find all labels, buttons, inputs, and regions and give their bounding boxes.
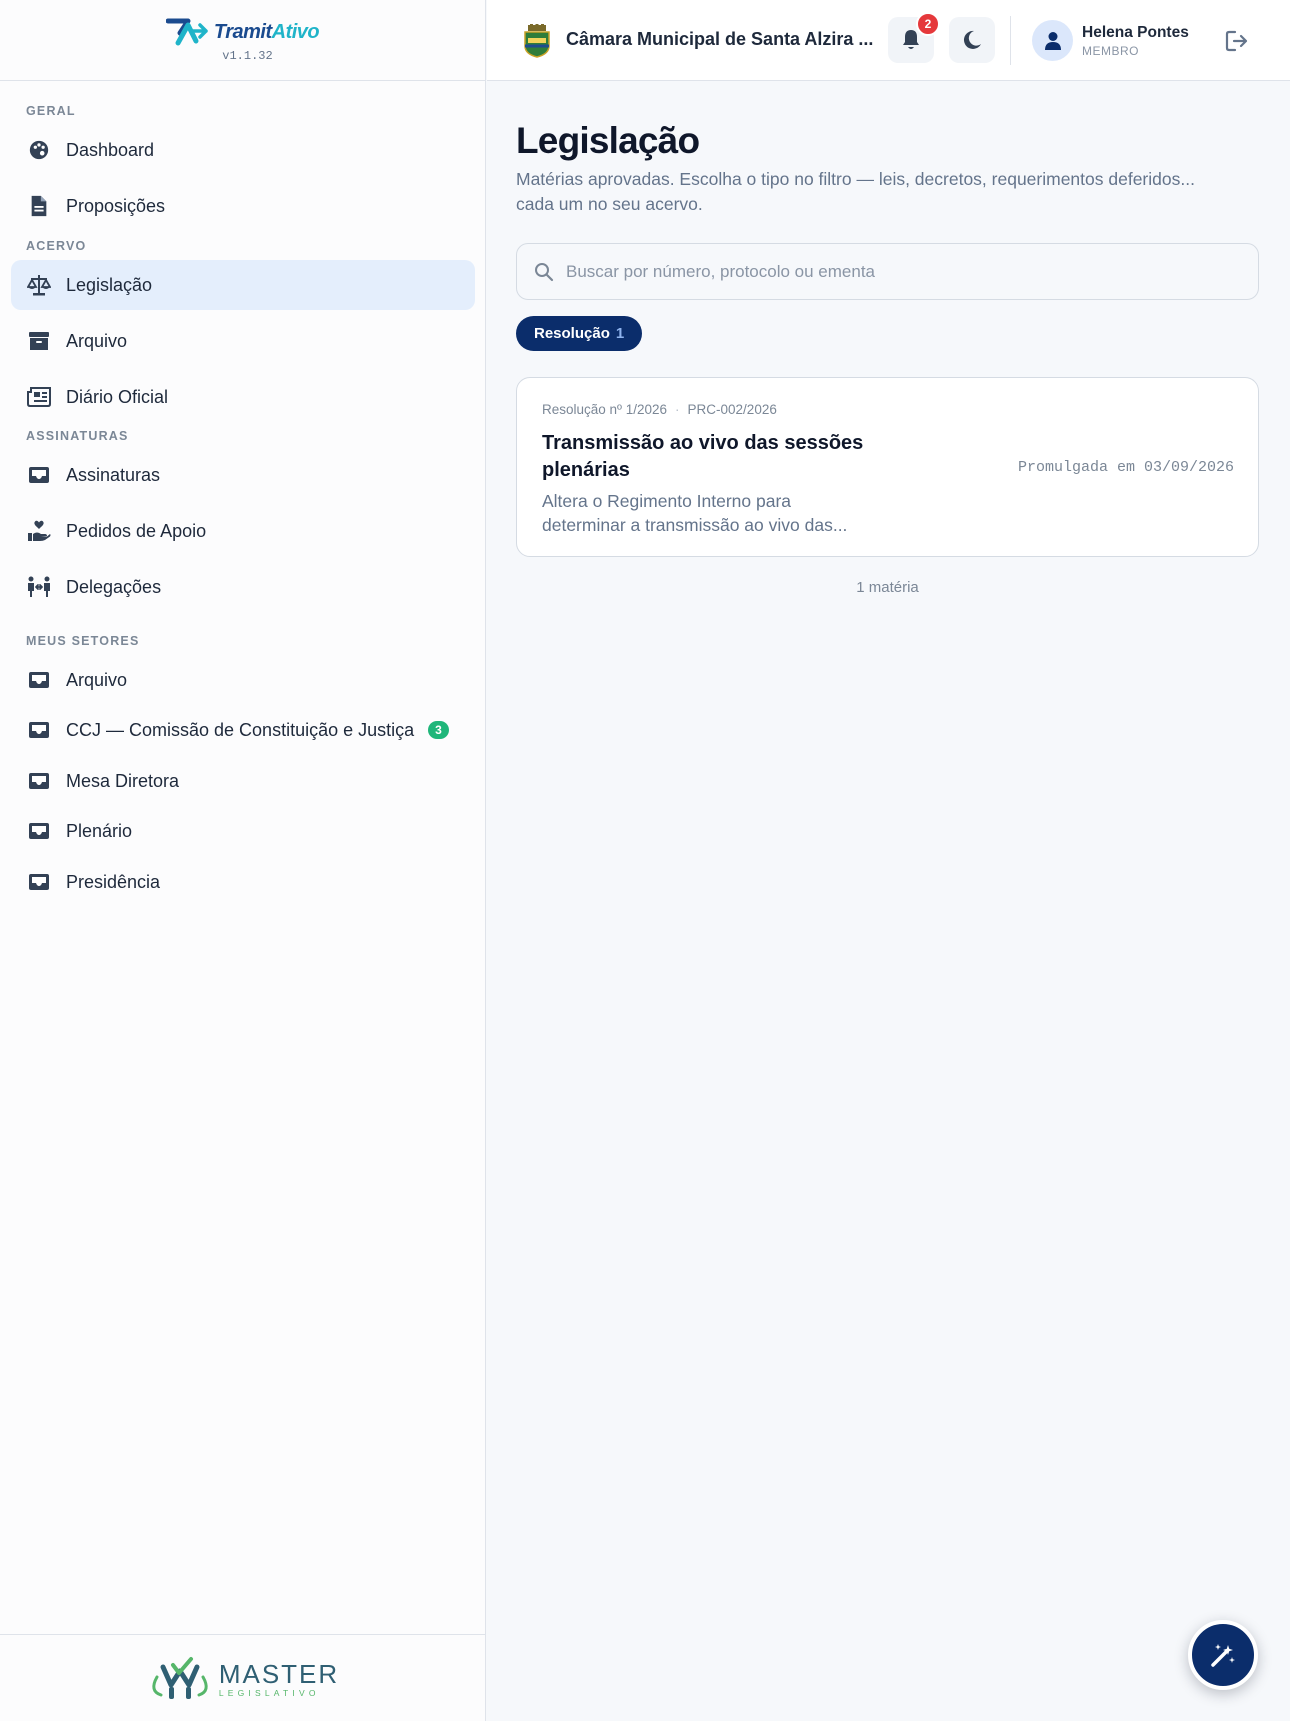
section-title-acervo: ACERVO [26,239,87,253]
card-meta: Resolução nº 1/2026 · PRC-002/2026 [542,402,777,417]
master-legislativo-logo: MASTER LEGISLATIVO [0,1634,486,1721]
inbox-icon [27,668,51,692]
sidebar-item-proposicoes[interactable]: Proposições [11,181,475,231]
section-title-geral: GERAL [26,104,76,118]
master-logo-subtitle: LEGISLATIVO [218,1687,320,1698]
card-title: Transmissão ao vivo das sessões plenária… [542,432,864,481]
sidebar-item-legislacao[interactable]: Legislação [11,260,475,310]
hand-heart-icon [27,519,51,543]
sidebar-item-label: Presidência [66,871,161,892]
brand-header: TramitAtivo v1.1.32 [0,0,485,81]
user-name: Helena Pontes [1082,24,1189,41]
people-arrows-icon [27,575,51,599]
topbar-divider [1010,16,1011,65]
filter-chip-resolucao[interactable]: Resolução 1 [516,316,643,351]
inbox-icon [27,819,51,843]
magic-wand-icon [1211,1644,1235,1667]
sidebar-item-label: Pedidos de Apoio [66,520,207,541]
card-protocol: PRC-002/2026 [687,402,777,417]
sidebar-item-setor-plenario[interactable]: Plenário [11,806,475,856]
sidebar-item-label: Mesa Diretora [66,770,180,791]
sidebar-item-setor-arquivo[interactable]: Arquivo [11,655,475,705]
scale-icon [27,273,51,297]
sidebar-item-label: CCJ — Comissão de Constituição e Justiça [66,719,415,740]
filter-chip-label: Resolução [534,325,610,342]
sidebar-item-pedidos-de-apoio[interactable]: Pedidos de Apoio [11,506,475,556]
sidebar-item-arquivo-acervo[interactable]: Arquivo [11,316,475,366]
sidebar-item-label: Delegações [66,576,162,597]
pending-count-badge: 3 [428,721,449,739]
legislation-card[interactable]: Resolução nº 1/2026 · PRC-002/2026 Transmi… [516,377,1259,557]
brand-name: TramitAtivo [213,20,320,43]
section-title-meus-setores: MEUS SETORES [26,634,140,648]
tramitativo-logo-icon [165,18,208,46]
dark-mode-toggle[interactable] [949,17,995,63]
master-legislativo-emblem-icon [152,1657,208,1699]
inbox-icon [27,769,51,793]
section-title-assinaturas: ASSINATURAS [26,429,129,443]
topbar: Câmara Municipal de Santa Alzira ... 2 H… [487,0,1290,81]
main-content: Legislação Matérias aprovadas. Escolha o… [487,82,1290,1721]
sidebar-item-label: Plenário [66,820,133,841]
magic-wand-fab[interactable] [1188,1620,1258,1690]
filter-chip-count: 1 [615,325,625,342]
organization-name[interactable]: Câmara Municipal de Santa Alzira ... [566,29,873,50]
sidebar: TramitAtivo v1.1.32 GERAL Dashboard Prop… [0,0,486,1721]
sidebar-item-dashboard[interactable]: Dashboard [11,125,475,175]
notifications-button[interactable]: 2 [888,12,940,63]
archive-box-icon [27,329,51,353]
results-count: 1 matéria [856,579,919,596]
inbox-icon [27,463,51,487]
search-box[interactable] [516,243,1259,300]
card-promulgation-date: Promulgada em 03/09/2026 [1017,459,1234,476]
sidebar-item-delegacoes[interactable]: Delegações [11,562,475,612]
brand-logo[interactable]: TramitAtivo [165,17,320,47]
user-icon [1044,31,1061,50]
sidebar-item-setor-presidencia[interactable]: Presidência [11,857,475,907]
search-input[interactable] [566,261,1246,282]
app-version: v1.1.32 [222,49,273,63]
sidebar-item-diario-oficial[interactable]: Diário Oficial [11,372,475,422]
card-summary: Altera o Regimento Interno para determin… [542,491,848,535]
sidebar-item-label: Dashboard [66,139,155,160]
sidebar-item-label: Proposições [66,195,166,216]
master-logo-name: MASTER [218,1658,340,1689]
document-icon [27,194,51,218]
inbox-icon [27,870,51,894]
sidebar-item-label: Legislação [66,274,153,295]
municipal-crest-icon [524,24,550,58]
user-role: MEMBRO [1082,44,1139,58]
sidebar-item-setor-mesa-diretora[interactable]: Mesa Diretora [11,756,475,806]
moon-icon [963,30,981,49]
sidebar-item-label: Assinaturas [66,464,161,485]
card-number: Resolução nº 1/2026 [542,402,668,417]
sidebar-item-assinaturas[interactable]: Assinaturas [11,450,475,500]
palette-icon [27,138,51,162]
sidebar-item-label: Arquivo [66,330,128,351]
search-icon [535,262,554,281]
logout-icon [1225,30,1248,52]
sidebar-item-label: Arquivo [66,669,128,690]
meta-separator: · [675,402,680,417]
avatar[interactable] [1032,20,1073,61]
inbox-icon [27,718,51,742]
page-title: Legislação [516,120,700,161]
sidebar-item-label: Diário Oficial [66,386,169,407]
newspaper-icon [27,385,51,409]
bell-icon [903,30,919,49]
sidebar-item-setor-ccj[interactable]: CCJ — Comissão de Constituição e Justiça… [11,705,475,755]
notification-count-badge: 2 [916,12,940,36]
logout-button[interactable] [1224,28,1250,54]
page-description: Matérias aprovadas. Escolha o tipo no fi… [516,169,1195,214]
